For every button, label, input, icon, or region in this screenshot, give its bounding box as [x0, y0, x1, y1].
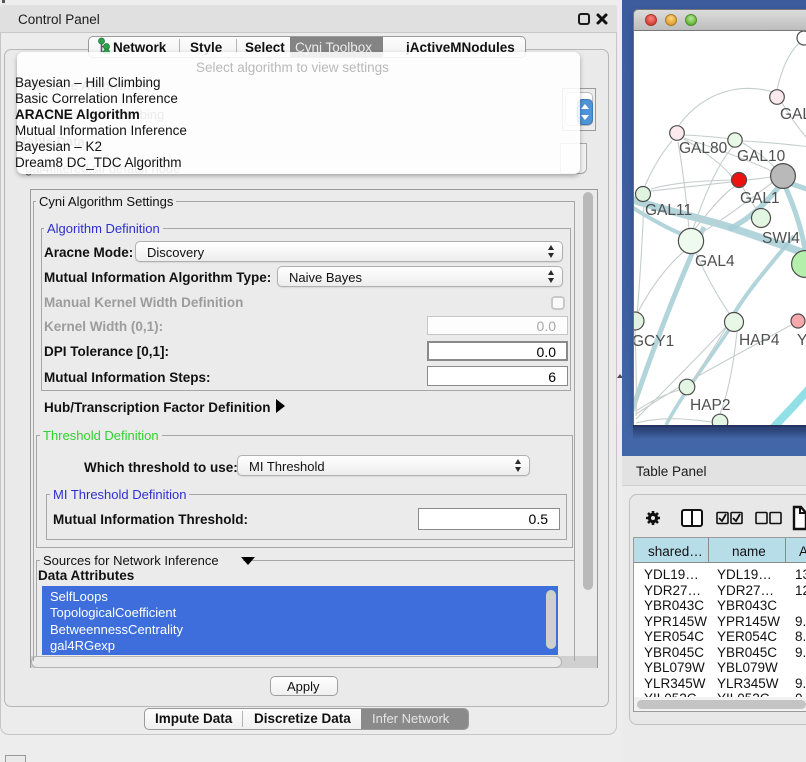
svg-text:Y: Y	[797, 332, 806, 349]
svg-text:HAP4: HAP4	[739, 332, 780, 349]
svg-text:GAL4: GAL4	[695, 253, 735, 270]
svg-text:GAL11: GAL11	[645, 202, 692, 219]
svg-text:GAL80: GAL80	[679, 140, 728, 157]
svg-text:SWI4: SWI4	[762, 230, 800, 247]
svg-text:GAL: GAL	[780, 106, 806, 123]
svg-text:HAP2: HAP2	[690, 397, 731, 414]
svg-text:GAL1: GAL1	[740, 190, 780, 207]
svg-text:GCY1: GCY1	[634, 333, 674, 350]
svg-text:GAL10: GAL10	[737, 148, 786, 165]
